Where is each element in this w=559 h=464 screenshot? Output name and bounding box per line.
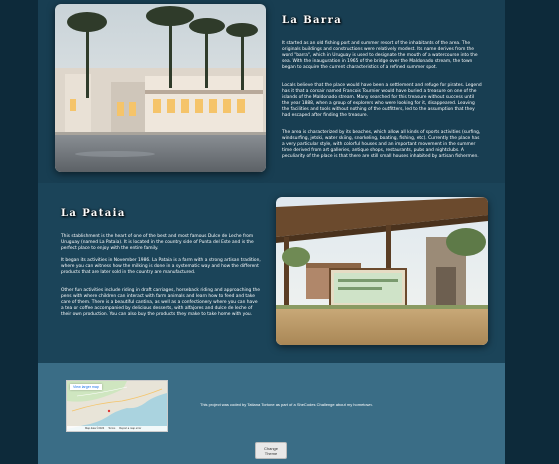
map-footer: Map data ©2023 Terms Report a map error	[67, 426, 167, 431]
map-terms-link[interactable]: Terms	[108, 427, 115, 430]
map-report-error-link[interactable]: Report a map error	[119, 427, 141, 430]
program-link[interactable]: SheCodes Challenge	[297, 402, 335, 407]
la-barra-title: La Barra	[282, 15, 343, 26]
embedded-map[interactable]: View larger map Map data ©2023 Terms Rep…	[66, 380, 168, 432]
credit-middle: as part of a	[274, 402, 297, 407]
la-pataia-title: La Pataia	[61, 208, 126, 219]
author-link[interactable]: Tatiana Tortone	[247, 402, 274, 407]
section-la-pataia: La Pataia This stablishment is the heart…	[38, 183, 505, 363]
section-la-barra: La Barra It started as an old fishing po…	[38, 0, 505, 183]
credit-suffix: about my hometown.	[334, 402, 373, 407]
la-barra-paragraph-3: The area is characterized by its beaches…	[282, 130, 481, 159]
credit-prefix: This project was coded by	[200, 402, 248, 407]
change-theme-button[interactable]: Change Theme	[255, 442, 287, 459]
la-barra-paragraph-1: It started as an old fishing port and su…	[282, 41, 478, 70]
la-pataia-paragraph-2: It began its activities in November 1986…	[61, 258, 261, 275]
la-pataia-paragraph-3: Other fun activities include riding in d…	[61, 288, 260, 317]
footer-section: View larger map Map data ©2023 Terms Rep…	[38, 363, 505, 464]
la-barra-photo	[55, 4, 266, 172]
map-data-text: Map data ©2023	[85, 427, 105, 430]
page-container: La Barra It started as an old fishing po…	[38, 0, 505, 464]
footer-credit: This project was coded by Tatiana Torton…	[200, 402, 373, 407]
view-larger-map-link[interactable]: View larger map	[70, 384, 102, 390]
la-pataia-photo	[276, 197, 488, 345]
la-pataia-paragraph-1: This stablishment is the heart of one of…	[61, 234, 254, 251]
la-barra-paragraph-2: Locals believe that the place would have…	[282, 83, 482, 118]
